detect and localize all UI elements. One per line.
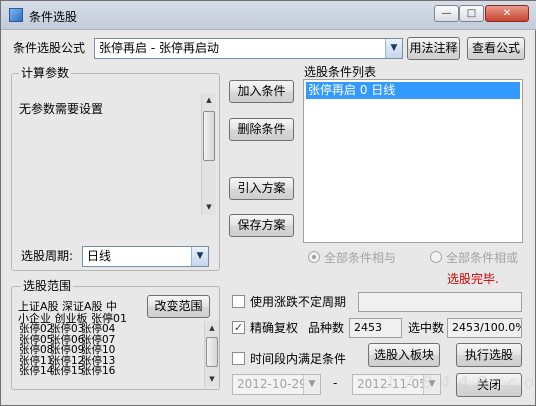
uncertain-period-checkbox[interactable] xyxy=(232,295,245,308)
list-item: 张停04 xyxy=(81,323,116,335)
run-selection-button[interactable]: 执行选股 xyxy=(456,343,522,367)
period-selected-value: 日线 xyxy=(87,249,112,263)
window-title: 条件选股 xyxy=(29,10,78,24)
adjusted-label: 精确复权 xyxy=(250,321,299,335)
watermark-text: 1 7 8 4 4 8 . c o m xyxy=(385,373,536,393)
chevron-down-icon[interactable]: ▼ xyxy=(385,39,402,58)
scroll-up-icon[interactable]: ▲ xyxy=(205,321,219,335)
change-scope-button[interactable]: 改变范围 xyxy=(147,295,210,318)
date-from-picker[interactable]: 2012-10-29 ▼ xyxy=(232,374,321,395)
scope-stock-grid: 张停02张停03张停04 张停05张停06张停07 张停08张停09张停10 张… xyxy=(19,324,209,377)
date-separator: - xyxy=(333,376,338,390)
variety-count-label: 品种数 xyxy=(308,321,345,335)
condition-list-label: 选股条件列表 xyxy=(304,65,377,79)
scrollbar-thumb[interactable] xyxy=(206,337,218,367)
scope-scrollbar[interactable]: ▲ ▼ xyxy=(204,321,219,387)
scroll-down-icon[interactable]: ▼ xyxy=(202,200,216,214)
close-icon[interactable]: ✕ xyxy=(485,5,529,22)
radio-and[interactable] xyxy=(308,251,320,263)
formula-label: 条件选股公式 xyxy=(13,41,86,55)
radio-and-label: 全部条件相与 xyxy=(324,251,397,265)
selection-status: 选股完毕. xyxy=(447,272,499,286)
time-range-checkbox[interactable] xyxy=(232,352,245,365)
app-icon xyxy=(9,8,23,22)
params-group-label: 计算参数 xyxy=(19,66,72,80)
uncertain-period-field xyxy=(358,292,522,312)
scope-group-label: 选股范围 xyxy=(21,279,74,293)
minimize-icon[interactable]: — xyxy=(434,5,459,22)
list-item[interactable]: 张停再启 0 日线 xyxy=(306,82,520,99)
formula-selected-value: 张停再启 - 张停再启动 xyxy=(99,41,219,55)
title-bar[interactable]: 条件选股 — □ ✕ xyxy=(1,1,536,30)
scrollbar-thumb[interactable] xyxy=(203,111,215,161)
date-from-value: 2012-10-29 xyxy=(237,377,307,391)
params-scrollbar[interactable]: ▲ ▼ xyxy=(201,93,216,215)
time-range-label: 时间段内满足条件 xyxy=(250,352,347,366)
formula-select[interactable]: 张停再启 - 张停再启动 ▼ xyxy=(94,38,403,59)
list-item: 张停15 xyxy=(50,365,85,378)
save-scheme-button[interactable]: 保存方案 xyxy=(229,214,294,237)
list-item: 张停03 xyxy=(50,323,85,335)
maximize-icon[interactable]: □ xyxy=(459,5,484,22)
variety-count-field: 2453 xyxy=(349,318,402,338)
uncertain-period-label: 使用涨跌不定周期 xyxy=(250,295,347,309)
radio-or-label: 全部条件相或 xyxy=(446,251,519,265)
selected-count-field: 2453/100.0% xyxy=(447,318,522,338)
usage-notes-button[interactable]: 用法注释 xyxy=(407,37,460,60)
condition-list[interactable]: 张停再启 0 日线 xyxy=(303,79,523,243)
radio-or[interactable] xyxy=(430,251,442,263)
delete-condition-button[interactable]: 删除条件 xyxy=(229,118,294,141)
list-item: 张停16 xyxy=(81,365,116,378)
import-scheme-button[interactable]: 引入方案 xyxy=(229,177,294,200)
list-item: 张停02 xyxy=(19,323,54,335)
add-condition-button[interactable]: 加入条件 xyxy=(229,80,294,103)
chevron-down-icon[interactable]: ▼ xyxy=(191,247,208,266)
adjusted-checkbox[interactable]: ✓ xyxy=(232,321,245,334)
radio-and-dot xyxy=(312,255,316,259)
period-select[interactable]: 日线 ▼ xyxy=(82,246,209,267)
scroll-down-icon[interactable]: ▼ xyxy=(205,372,219,386)
view-formula-button[interactable]: 查看公式 xyxy=(467,37,525,60)
to-block-button[interactable]: 选股入板块 xyxy=(368,343,440,367)
chevron-down-icon[interactable]: ▼ xyxy=(303,375,320,394)
period-label: 选股周期: xyxy=(21,249,74,263)
condition-stock-selection-dialog: 条件选股 — □ ✕ 条件选股公式 张停再启 - 张停再启动 ▼ 用法注释 查看… xyxy=(0,0,536,406)
list-item: 张停14 xyxy=(19,365,54,378)
selected-count-label: 选中数 xyxy=(408,321,445,335)
params-message: 无参数需要设置 xyxy=(19,102,104,116)
scroll-up-icon[interactable]: ▲ xyxy=(202,93,216,107)
